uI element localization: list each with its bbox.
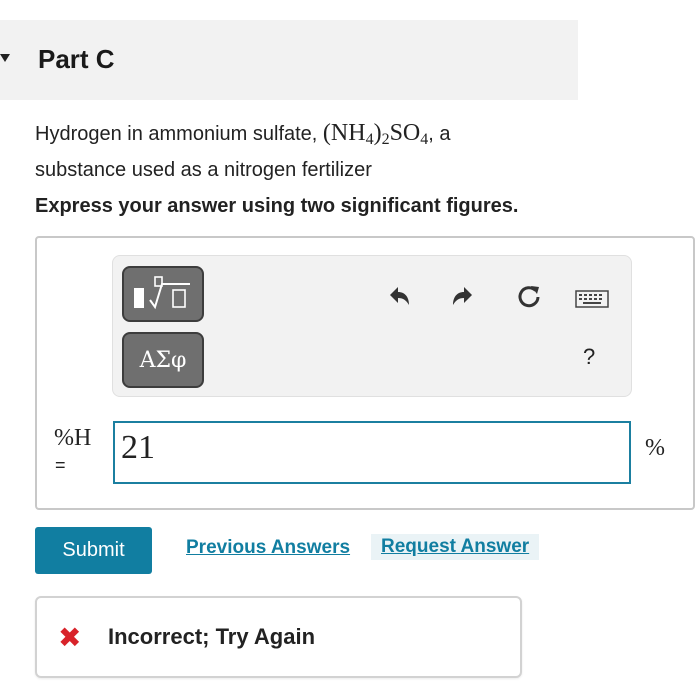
chemical-formula: (NH4)2SO4 xyxy=(322,120,428,148)
reset-icon xyxy=(518,286,540,308)
answer-instruction: Express your answer using two significan… xyxy=(35,195,519,217)
submit-button[interactable]: Submit xyxy=(35,527,152,574)
previous-answers-link[interactable]: Previous Answers xyxy=(186,537,350,559)
formula-part: (NH xyxy=(322,120,366,146)
collapse-caret-icon[interactable] xyxy=(0,54,10,62)
answer-input[interactable]: 21 xyxy=(113,421,631,484)
redo-button[interactable] xyxy=(446,280,480,314)
x-icon: ✖ xyxy=(58,622,82,653)
help-button[interactable]: ? xyxy=(583,344,595,370)
part-title: Part C xyxy=(38,44,115,74)
reset-button[interactable] xyxy=(512,280,546,314)
symbols-label: ΑΣφ xyxy=(139,347,187,373)
question-text-line2: substance used as a nitrogen fertilizer xyxy=(35,159,372,181)
question-text-comma: , a xyxy=(428,123,451,145)
templates-button[interactable] xyxy=(122,266,204,322)
symbols-button[interactable]: ΑΣφ xyxy=(122,332,204,388)
question-text-intro: Hydrogen in ammonium sulfate, xyxy=(35,123,323,145)
question-text: Hydrogen in ammonium sulfate, (NH4)2SO4,… xyxy=(35,118,595,186)
formula-part: SO xyxy=(389,120,421,146)
feedback-message: Incorrect; Try Again xyxy=(108,624,316,649)
page: Part C Hydrogen in ammonium sulfate, (NH… xyxy=(0,0,700,700)
request-answer-link[interactable]: Request Answer xyxy=(371,534,540,560)
redo-icon xyxy=(453,287,472,305)
undo-button[interactable] xyxy=(382,280,416,314)
keyboard-button[interactable] xyxy=(574,282,610,316)
unit-label: % xyxy=(645,435,665,461)
math-templates-icon xyxy=(134,276,190,310)
formula-subscript: 2 xyxy=(381,131,390,148)
undo-icon xyxy=(390,287,409,305)
variable-label: %H xyxy=(54,425,92,451)
formula-subscript: 4 xyxy=(365,131,374,148)
formula-part: ) xyxy=(373,120,382,146)
equals-sign: = xyxy=(55,455,66,475)
keyboard-icon xyxy=(575,290,609,308)
